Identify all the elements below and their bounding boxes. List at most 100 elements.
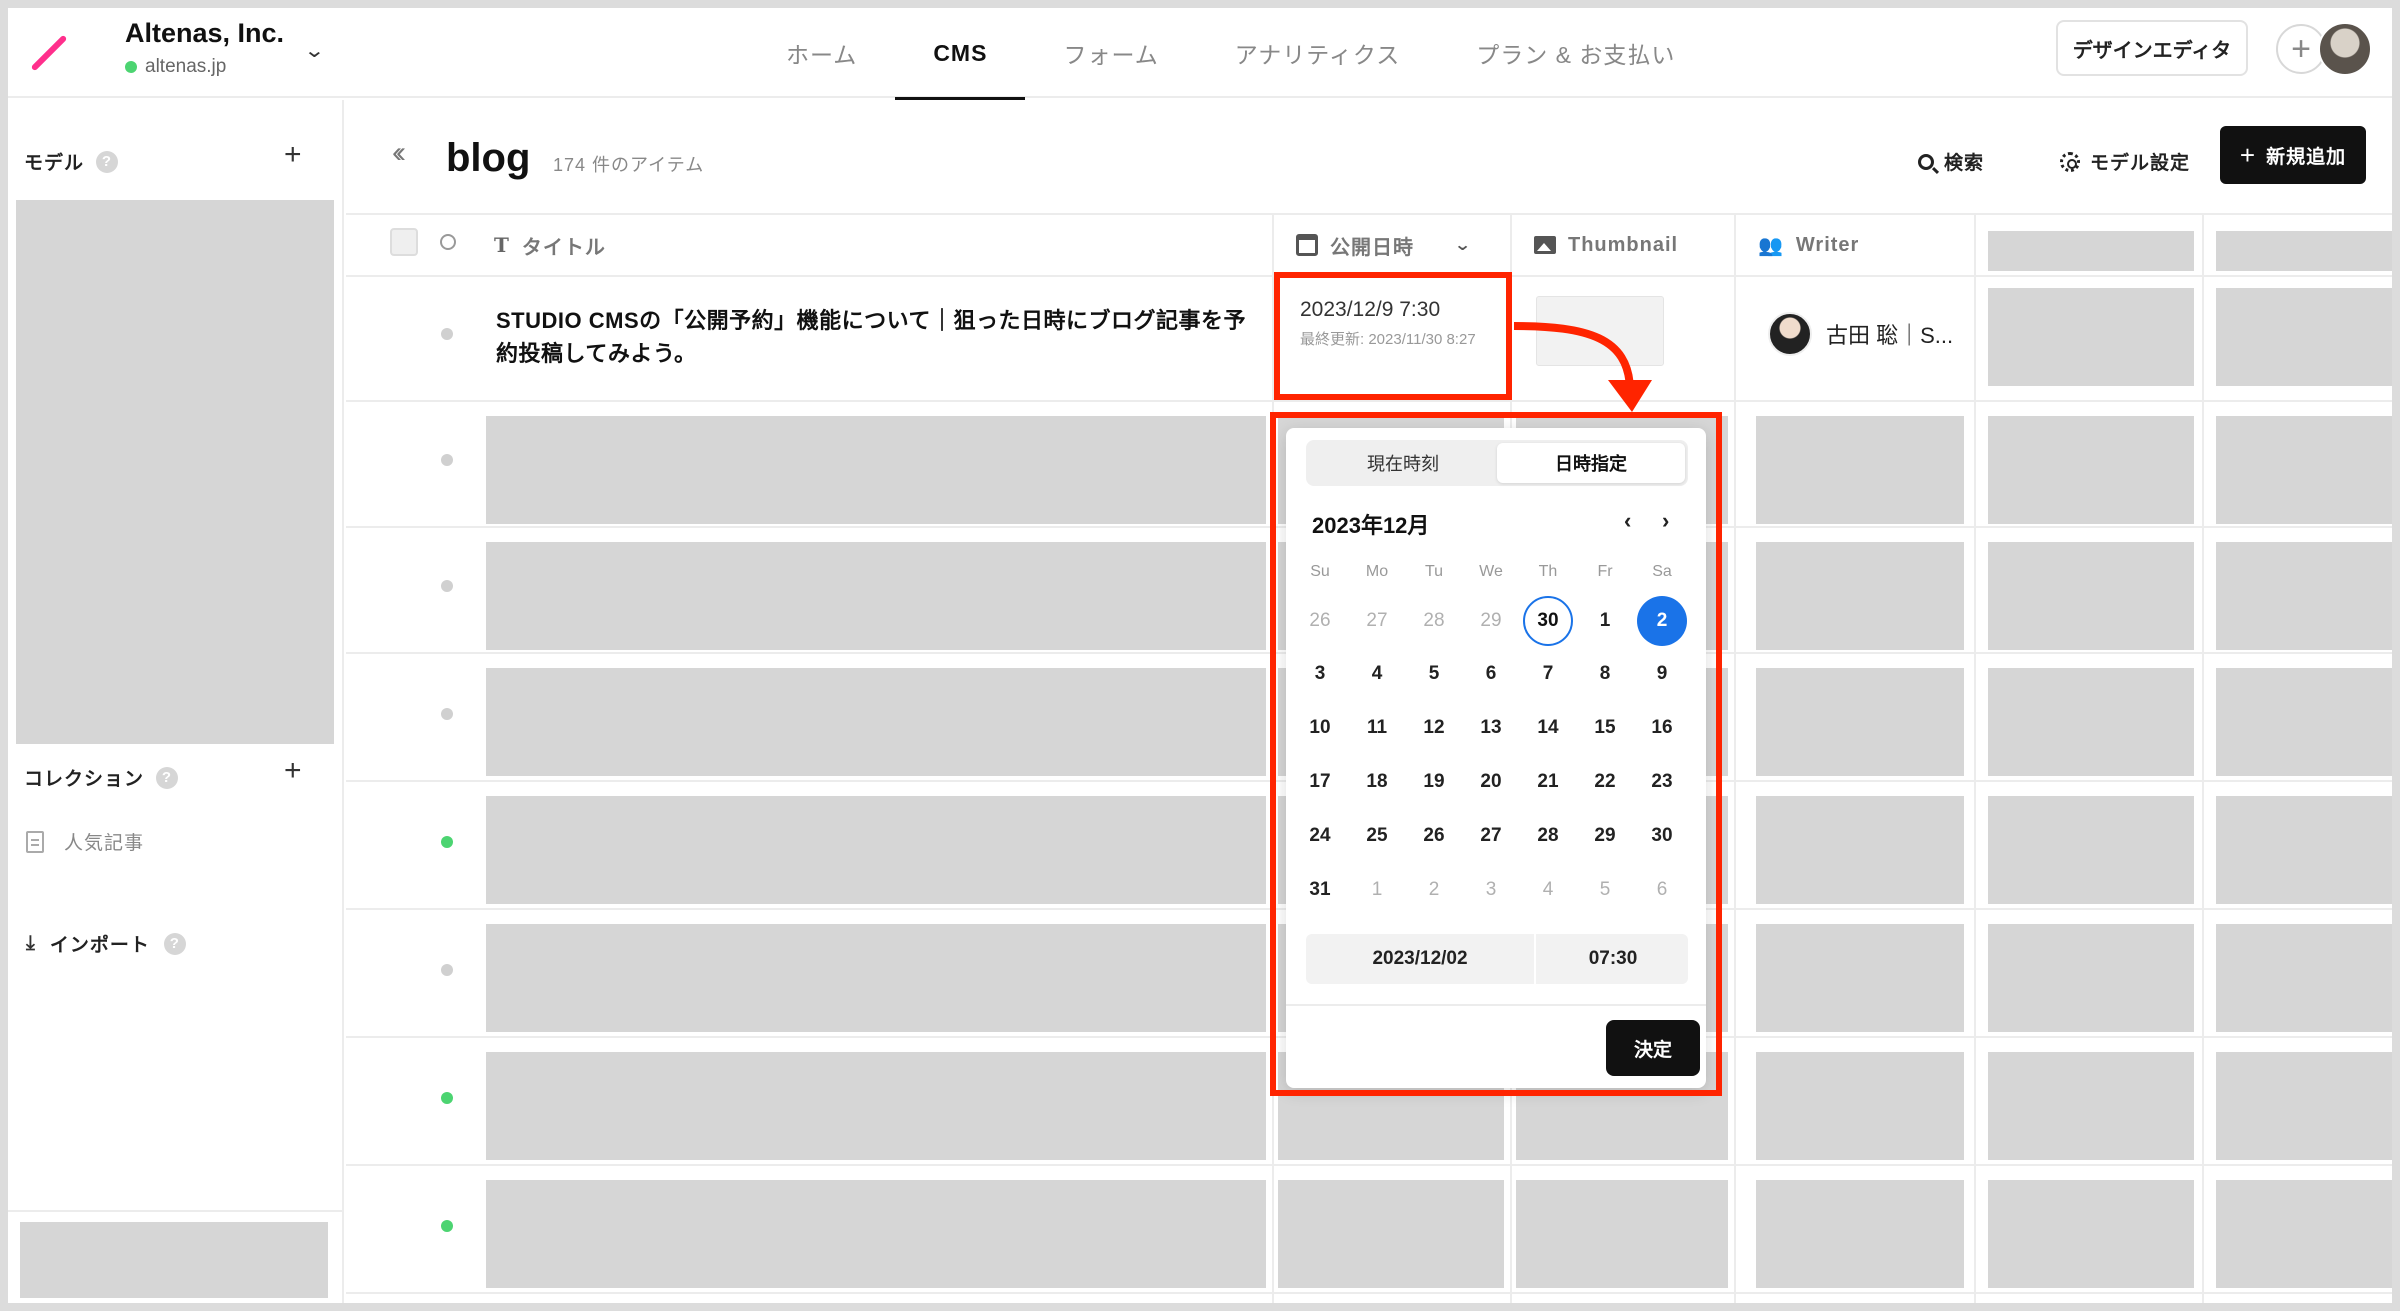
add-model-button[interactable]: + — [284, 138, 302, 172]
status-dot — [441, 328, 453, 340]
collections-heading-label: コレクション — [24, 769, 145, 790]
sidebar-item-popular-articles[interactable]: 人気記事 — [26, 828, 144, 855]
help-icon[interactable]: ? — [156, 766, 179, 789]
calendar-icon — [1296, 234, 1318, 256]
column-thumbnail-label: Thumbnail — [1568, 233, 1679, 256]
image-icon — [1534, 236, 1556, 254]
page-title: blog — [446, 136, 531, 180]
select-all-checkbox[interactable] — [390, 228, 418, 256]
highlight-date-cell — [1274, 272, 1512, 400]
status-dot — [441, 964, 453, 976]
arrow-head — [1608, 380, 1652, 412]
cell-placeholder — [2216, 416, 2392, 524]
cell-placeholder — [2216, 796, 2392, 904]
row-writer[interactable]: 古田 聡｜S... — [1826, 318, 1953, 350]
column-writer-label: Writer — [1795, 233, 1860, 256]
workspace-domain-text: altenas.jp — [145, 56, 227, 77]
status-dot — [441, 708, 453, 720]
cell-placeholder — [1756, 416, 1964, 524]
collapse-sidebar-icon[interactable]: ‹‹ — [392, 136, 406, 170]
add-collection-button[interactable]: + — [284, 754, 302, 788]
help-icon[interactable]: ? — [96, 150, 119, 173]
cell-placeholder — [2216, 1052, 2392, 1160]
gear-icon — [2060, 151, 2080, 172]
chevron-down-icon[interactable]: ⌄ — [303, 38, 325, 63]
row-divider — [346, 1164, 2392, 1166]
studio-logo-icon[interactable] — [30, 34, 68, 72]
model-settings-button[interactable]: モデル設定 — [2060, 148, 2190, 175]
help-icon[interactable]: ? — [163, 932, 186, 955]
cell-placeholder — [1988, 288, 2194, 386]
chevron-down-icon[interactable]: ⌄ — [1454, 235, 1473, 255]
models-heading-label: モデル — [24, 153, 85, 174]
nav-home[interactable]: ホーム — [748, 8, 895, 98]
add-item-button[interactable]: + 新規追加 — [2220, 126, 2366, 184]
cell-placeholder — [1988, 924, 2194, 1032]
nav-analytics[interactable]: アナリティクス — [1197, 8, 1438, 98]
cell-placeholder — [1988, 668, 2194, 776]
nav-cms[interactable]: CMS — [895, 8, 1026, 100]
row-title[interactable]: STUDIO CMSの「公開予約」機能について｜狙った日時にブログ記事を予約投稿… — [496, 304, 1256, 370]
nav-billing[interactable]: プラン & お支払い — [1438, 8, 1713, 98]
row-divider — [346, 400, 2392, 402]
cell-placeholder — [1756, 542, 1964, 650]
cell-placeholder — [486, 1052, 1266, 1160]
writer-avatar — [1768, 312, 1812, 356]
user-avatar[interactable] — [2318, 22, 2372, 76]
cell-placeholder — [2216, 542, 2392, 650]
cell-placeholder — [1756, 924, 1964, 1032]
sidebar-item-label: 人気記事 — [64, 833, 145, 854]
cell-placeholder — [2216, 1180, 2392, 1288]
cell-placeholder — [486, 668, 1266, 776]
top-bar: Altenas, Inc. altenas.jp ⌄ ホーム CMS フォーム … — [8, 8, 2392, 100]
import-label: インポート — [49, 935, 150, 956]
cell-placeholder — [486, 1180, 1266, 1288]
cell-placeholder — [2216, 288, 2392, 386]
column-header-title[interactable]: T タイトル — [494, 215, 606, 275]
cell-placeholder — [2216, 924, 2392, 1032]
model-settings-label: モデル設定 — [2090, 153, 2191, 174]
people-icon: 👥 — [1758, 234, 1784, 257]
cell-placeholder — [1756, 668, 1964, 776]
highlight-date-picker — [1270, 412, 1722, 1096]
cell-placeholder — [1756, 1052, 1964, 1160]
cell-placeholder — [1516, 1180, 1728, 1288]
status-dot — [441, 1220, 453, 1232]
column-published-label: 公開日時 — [1330, 236, 1414, 259]
row-thumbnail[interactable] — [1536, 296, 1664, 366]
search-button[interactable]: 検索 — [1918, 148, 1984, 175]
column-divider — [1734, 213, 1736, 1303]
cell-placeholder — [1278, 1180, 1504, 1288]
collections-heading: コレクション ? — [24, 764, 179, 791]
nav-forms[interactable]: フォーム — [1025, 8, 1196, 98]
main-nav: ホーム CMS フォーム アナリティクス プラン & お支払い — [748, 8, 1713, 100]
search-label: 検索 — [1944, 153, 1985, 174]
workspace-name[interactable]: Altenas, Inc. — [125, 18, 284, 49]
models-heading: モデル ? — [24, 148, 119, 175]
row-divider — [346, 1292, 2392, 1294]
cell-placeholder — [1988, 416, 2194, 524]
cell-placeholder — [1988, 542, 2194, 650]
model-list-placeholder — [16, 200, 334, 744]
cell-placeholder — [486, 924, 1266, 1032]
design-editor-button[interactable]: デザインエディタ — [2056, 20, 2248, 76]
text-type-icon: T — [494, 233, 510, 257]
column-title-label: タイトル — [521, 236, 606, 259]
workspace-domain: altenas.jp — [125, 56, 226, 78]
column-header-writer[interactable]: 👥 Writer — [1758, 215, 1859, 275]
app-window: Altenas, Inc. altenas.jp ⌄ ホーム CMS フォーム … — [8, 8, 2392, 1303]
document-icon — [26, 830, 44, 853]
status-dot — [441, 454, 453, 466]
header-placeholder — [1988, 231, 2194, 271]
sidebar: モデル ? + コレクション ? + 人気記事 ⤓ インポート ? — [8, 100, 344, 1303]
add-item-label: 新規追加 — [2266, 146, 2347, 168]
status-dot — [441, 836, 453, 848]
column-header-thumbnail[interactable]: Thumbnail — [1534, 215, 1678, 275]
cell-placeholder — [1756, 796, 1964, 904]
cell-placeholder — [1988, 1052, 2194, 1160]
column-header-published[interactable]: 公開日時 ⌄ — [1296, 215, 1473, 275]
import-link[interactable]: ⤓ インポート ? — [26, 930, 186, 957]
cell-placeholder — [486, 542, 1266, 650]
search-icon — [1918, 153, 1934, 170]
online-status-dot — [125, 61, 137, 73]
